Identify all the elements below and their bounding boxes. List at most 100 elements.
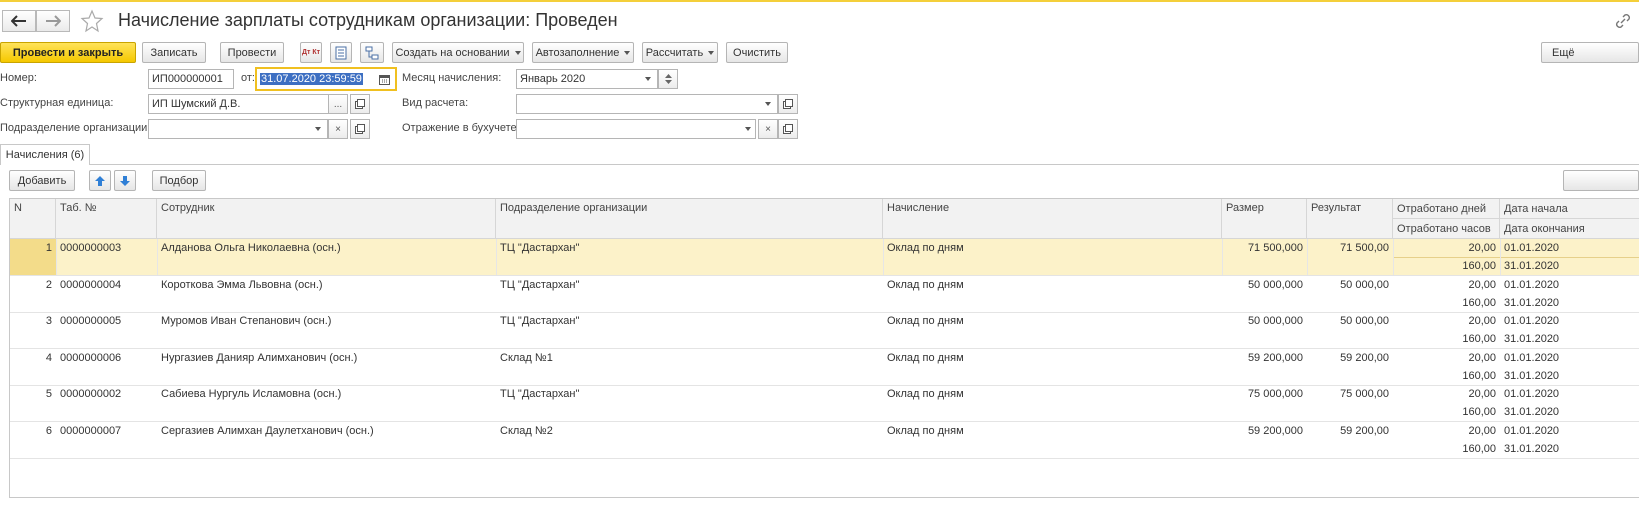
cell-hours-worked[interactable]: 160,00 bbox=[1393, 367, 1500, 385]
cell-subdivision[interactable]: Склад №2 bbox=[496, 422, 883, 440]
cell-result[interactable]: 50 000,00 bbox=[1307, 312, 1393, 330]
cell-hours-worked[interactable]: 160,00 bbox=[1393, 403, 1500, 421]
pick-button[interactable]: Подбор bbox=[152, 170, 206, 191]
column-header-tab-no[interactable]: Таб. № bbox=[56, 199, 157, 239]
tab-accruals[interactable]: Начисления (6) bbox=[0, 144, 90, 165]
cell-days-worked[interactable]: 20,00 bbox=[1393, 385, 1500, 403]
column-header-subdivision[interactable]: Подразделение организации bbox=[496, 199, 883, 239]
column-header-size[interactable]: Размер bbox=[1222, 199, 1307, 239]
cell-result[interactable]: 59 200,00 bbox=[1307, 422, 1393, 440]
column-header-n[interactable]: N bbox=[10, 199, 56, 239]
cell-hours-worked[interactable]: 160,00 bbox=[1393, 257, 1500, 275]
subdivision-dropdown-button[interactable] bbox=[308, 119, 328, 139]
cell-end-date[interactable]: 31.01.2020 bbox=[1500, 330, 1639, 348]
cell-tab-no[interactable]: 0000000007 bbox=[56, 422, 157, 440]
dt-kt-button[interactable]: Дт Кт bbox=[300, 42, 322, 63]
calc-type-field[interactable] bbox=[516, 94, 778, 114]
cell-tab-no[interactable]: 0000000006 bbox=[56, 349, 157, 367]
cell-subdivision[interactable]: ТЦ "Дастархан" bbox=[496, 312, 883, 330]
cell-start-date[interactable]: 01.01.2020 bbox=[1500, 239, 1639, 257]
cell-result[interactable]: 71 500,00 bbox=[1307, 239, 1393, 257]
cell-n[interactable]: 2 bbox=[10, 276, 56, 294]
column-header-days-worked[interactable]: Отработано дней bbox=[1393, 199, 1500, 219]
move-down-button[interactable] bbox=[114, 170, 136, 191]
cell-n[interactable]: 6 bbox=[10, 422, 56, 440]
cell-accrual[interactable]: Оклад по дням bbox=[883, 312, 1222, 330]
cell-n[interactable]: 5 bbox=[10, 385, 56, 403]
cell-size[interactable]: 59 200,000 bbox=[1222, 422, 1307, 440]
cell-employee[interactable]: Нургазиев Данияр Алимханович (осн.) bbox=[157, 349, 496, 367]
subdivision-open-button[interactable] bbox=[350, 119, 370, 139]
cell-result[interactable]: 75 000,00 bbox=[1307, 385, 1393, 403]
post-button[interactable]: Провести bbox=[220, 42, 284, 63]
cell-result[interactable]: 50 000,00 bbox=[1307, 276, 1393, 294]
cell-days-worked[interactable]: 20,00 bbox=[1393, 276, 1500, 294]
cell-size[interactable]: 59 200,000 bbox=[1222, 349, 1307, 367]
cell-end-date[interactable]: 31.01.2020 bbox=[1500, 257, 1639, 275]
month-field[interactable]: Январь 2020 bbox=[516, 69, 658, 89]
cell-accrual[interactable]: Оклад по дням bbox=[883, 276, 1222, 294]
calc-type-dropdown-button[interactable] bbox=[758, 94, 778, 114]
cell-end-date[interactable]: 31.01.2020 bbox=[1500, 440, 1639, 458]
cell-n[interactable]: 4 bbox=[10, 349, 56, 367]
cell-n[interactable]: 3 bbox=[10, 312, 56, 330]
cell-size[interactable]: 50 000,000 bbox=[1222, 312, 1307, 330]
move-up-button[interactable] bbox=[89, 170, 111, 191]
cell-subdivision[interactable]: Склад №1 bbox=[496, 349, 883, 367]
column-header-result[interactable]: Результат bbox=[1307, 199, 1393, 239]
struct-unit-select-button[interactable]: ... bbox=[328, 94, 348, 114]
column-header-employee[interactable]: Сотрудник bbox=[157, 199, 496, 239]
cell-days-worked[interactable]: 20,00 bbox=[1393, 422, 1500, 440]
cell-start-date[interactable]: 01.01.2020 bbox=[1500, 349, 1639, 367]
cell-days-worked[interactable]: 20,00 bbox=[1393, 349, 1500, 367]
accounting-open-button[interactable] bbox=[778, 119, 798, 139]
subdivision-field[interactable] bbox=[148, 119, 328, 139]
report-button[interactable] bbox=[330, 42, 352, 63]
month-dropdown-button[interactable] bbox=[638, 69, 658, 89]
cell-end-date[interactable]: 31.01.2020 bbox=[1500, 294, 1639, 312]
date-field[interactable]: 31.07.2020 23:59:59 bbox=[257, 69, 375, 89]
forward-button[interactable] bbox=[36, 10, 70, 32]
cell-subdivision[interactable]: ТЦ "Дастархан" bbox=[496, 239, 883, 257]
number-field[interactable]: ИП000000001 bbox=[148, 69, 234, 89]
column-header-accrual[interactable]: Начисление bbox=[883, 199, 1222, 239]
cell-hours-worked[interactable]: 160,00 bbox=[1393, 440, 1500, 458]
cell-subdivision[interactable]: ТЦ "Дастархан" bbox=[496, 276, 883, 294]
cell-accrual[interactable]: Оклад по дням bbox=[883, 385, 1222, 403]
structure-button[interactable] bbox=[360, 42, 384, 63]
post-and-close-button[interactable]: Провести и закрыть bbox=[0, 42, 136, 63]
cell-days-worked[interactable]: 20,00 bbox=[1393, 239, 1500, 257]
cell-tab-no[interactable]: 0000000002 bbox=[56, 385, 157, 403]
favorite-star-icon[interactable] bbox=[80, 9, 104, 33]
cell-n[interactable]: 1 bbox=[10, 239, 56, 257]
cell-tab-no[interactable]: 0000000003 bbox=[56, 239, 157, 257]
add-row-button[interactable]: Добавить bbox=[9, 170, 75, 191]
cell-start-date[interactable]: 01.01.2020 bbox=[1500, 312, 1639, 330]
month-spinner[interactable] bbox=[658, 69, 678, 89]
calculate-button[interactable]: Рассчитать bbox=[642, 42, 718, 63]
cell-employee[interactable]: Муромов Иван Степанович (осн.) bbox=[157, 312, 496, 330]
cell-start-date[interactable]: 01.01.2020 bbox=[1500, 276, 1639, 294]
cell-size[interactable]: 50 000,000 bbox=[1222, 276, 1307, 294]
column-header-hours-worked[interactable]: Отработано часов bbox=[1393, 219, 1500, 239]
cell-hours-worked[interactable]: 160,00 bbox=[1393, 294, 1500, 312]
cell-employee[interactable]: Сабиева Нургуль Исламовна (осн.) bbox=[157, 385, 496, 403]
cell-accrual[interactable]: Оклад по дням bbox=[883, 422, 1222, 440]
struct-unit-open-button[interactable] bbox=[350, 94, 370, 114]
save-button[interactable]: Записать bbox=[142, 42, 206, 63]
cell-employee[interactable]: Сергазиев Алимхан Даулетханович (осн.) bbox=[157, 422, 496, 440]
cell-tab-no[interactable]: 0000000004 bbox=[56, 276, 157, 294]
accounting-field[interactable] bbox=[516, 119, 756, 139]
cell-hours-worked[interactable]: 160,00 bbox=[1393, 330, 1500, 348]
column-header-start-date[interactable]: Дата начала bbox=[1500, 199, 1639, 219]
cell-employee[interactable]: Алданова Ольга Николаевна (осн.) bbox=[157, 239, 496, 257]
cell-subdivision[interactable]: ТЦ "Дастархан" bbox=[496, 385, 883, 403]
calc-type-open-button[interactable] bbox=[778, 94, 798, 114]
cell-accrual[interactable]: Оклад по дням bbox=[883, 349, 1222, 367]
subdivision-clear-button[interactable]: × bbox=[328, 119, 348, 139]
accounting-dropdown-button[interactable] bbox=[738, 119, 758, 139]
accounting-clear-button[interactable]: × bbox=[758, 119, 778, 139]
cell-employee[interactable]: Короткова Эмма Львовна (осн.) bbox=[157, 276, 496, 294]
struct-unit-field[interactable]: ИП Шумский Д.В. bbox=[148, 94, 348, 114]
create-based-on-button[interactable]: Создать на основании bbox=[392, 42, 524, 63]
